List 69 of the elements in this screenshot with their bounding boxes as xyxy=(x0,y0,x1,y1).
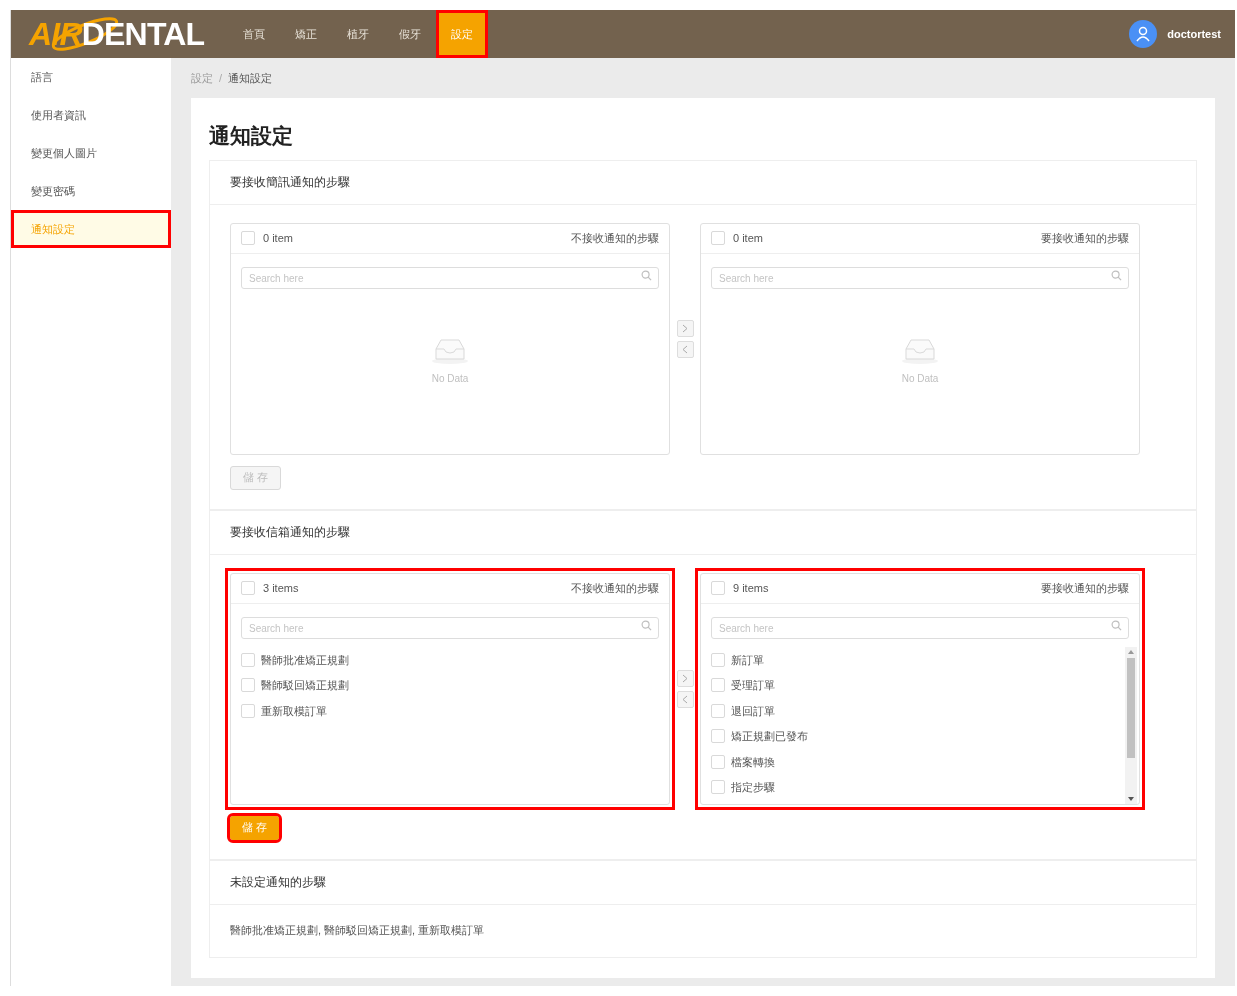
checkbox[interactable] xyxy=(241,581,255,595)
list-title: 不接收通知的步驟 xyxy=(571,230,659,246)
checkbox[interactable] xyxy=(241,652,255,667)
empty-text: No Data xyxy=(901,371,939,386)
chevron-left-icon xyxy=(682,344,688,354)
nav-tab[interactable]: 首頁 xyxy=(228,10,281,58)
nav-tab[interactable]: 植牙 xyxy=(332,10,385,58)
list-item[interactable]: 指定步驟 xyxy=(731,779,775,796)
nav-tab[interactable]: 假牙 xyxy=(384,10,437,58)
checkbox[interactable] xyxy=(711,678,725,693)
checkbox[interactable] xyxy=(711,581,725,595)
checkbox[interactable] xyxy=(241,678,255,693)
checkbox[interactable] xyxy=(241,231,255,245)
checkbox[interactable] xyxy=(711,729,725,744)
section-text: 醫師批准矯正規劃, 醫師駁回矯正規劃, 重新取模訂單 xyxy=(230,923,485,939)
search-icon xyxy=(1111,619,1122,631)
search-field[interactable]: Search here xyxy=(711,617,1129,639)
chevron-right-icon xyxy=(682,323,688,333)
section-title: 要接收信箱通知的步驟 xyxy=(230,524,350,541)
nav-tab[interactable]: 矯正 xyxy=(280,10,333,58)
list-item[interactable]: 重新取模訂單 xyxy=(261,702,327,719)
list-item[interactable]: 退回訂單 xyxy=(731,702,775,719)
checkbox[interactable] xyxy=(711,703,725,718)
transfer-arrow-button[interactable] xyxy=(676,340,694,358)
empty-text: No Data xyxy=(431,371,469,386)
scrollbar[interactable] xyxy=(1125,647,1137,804)
user-icon xyxy=(1136,26,1151,42)
list-item[interactable]: 檔案轉換 xyxy=(731,753,775,770)
transfer-arrow-button[interactable] xyxy=(676,690,694,708)
sidebar-item[interactable]: 語言 xyxy=(11,58,171,96)
search-field[interactable]: Search here xyxy=(241,267,659,289)
list-item[interactable]: 新訂單 xyxy=(731,651,764,668)
checkbox[interactable] xyxy=(711,780,725,795)
search-icon xyxy=(641,269,652,281)
user-name[interactable]: doctortest xyxy=(1167,25,1221,43)
sidebar-item[interactable]: 變更密碼 xyxy=(11,172,171,210)
avatar[interactable] xyxy=(1129,20,1158,48)
checkbox[interactable] xyxy=(711,754,725,769)
list-title: 要接收通知的步驟 xyxy=(1041,580,1129,596)
sidebar-item[interactable]: 變更個人圖片 xyxy=(11,134,171,172)
empty-inbox-icon xyxy=(430,336,470,365)
search-icon xyxy=(641,619,652,631)
search-field[interactable]: Search here xyxy=(711,267,1129,289)
empty-inbox-icon xyxy=(900,336,940,365)
list-item[interactable]: 醫師駁回矯正規劃 xyxy=(261,677,349,694)
list-item[interactable]: 受理訂單 xyxy=(731,677,775,694)
section-title: 要接收簡訊通知的步驟 xyxy=(230,174,350,191)
search-icon xyxy=(1111,269,1122,281)
item-count: 0 item xyxy=(733,230,763,246)
checkbox[interactable] xyxy=(711,231,725,245)
list-title: 不接收通知的步驟 xyxy=(571,580,659,596)
chevron-left-icon xyxy=(682,694,688,704)
item-count: 9 items xyxy=(733,580,769,596)
search-field[interactable]: Search here xyxy=(241,617,659,639)
list-item[interactable]: 矯正規劃已發布 xyxy=(731,728,808,745)
item-count: 3 items xyxy=(263,580,299,596)
checkbox[interactable] xyxy=(711,652,725,667)
section-title: 未設定通知的步驟 xyxy=(230,874,326,891)
transfer-arrow-button[interactable] xyxy=(676,669,694,687)
checkbox[interactable] xyxy=(241,703,255,718)
page-title: 通知設定 xyxy=(209,123,294,149)
item-count: 0 item xyxy=(263,230,293,246)
list-title: 要接收通知的步驟 xyxy=(1041,230,1129,246)
transfer-arrow-button[interactable] xyxy=(676,319,694,337)
chevron-right-icon xyxy=(682,673,688,683)
list-item[interactable]: 醫師批准矯正規劃 xyxy=(261,651,349,668)
breadcrumb-item: 通知設定 xyxy=(228,70,273,86)
breadcrumb-separator: / xyxy=(219,70,223,86)
sidebar-item[interactable]: 使用者資訊 xyxy=(11,96,171,134)
